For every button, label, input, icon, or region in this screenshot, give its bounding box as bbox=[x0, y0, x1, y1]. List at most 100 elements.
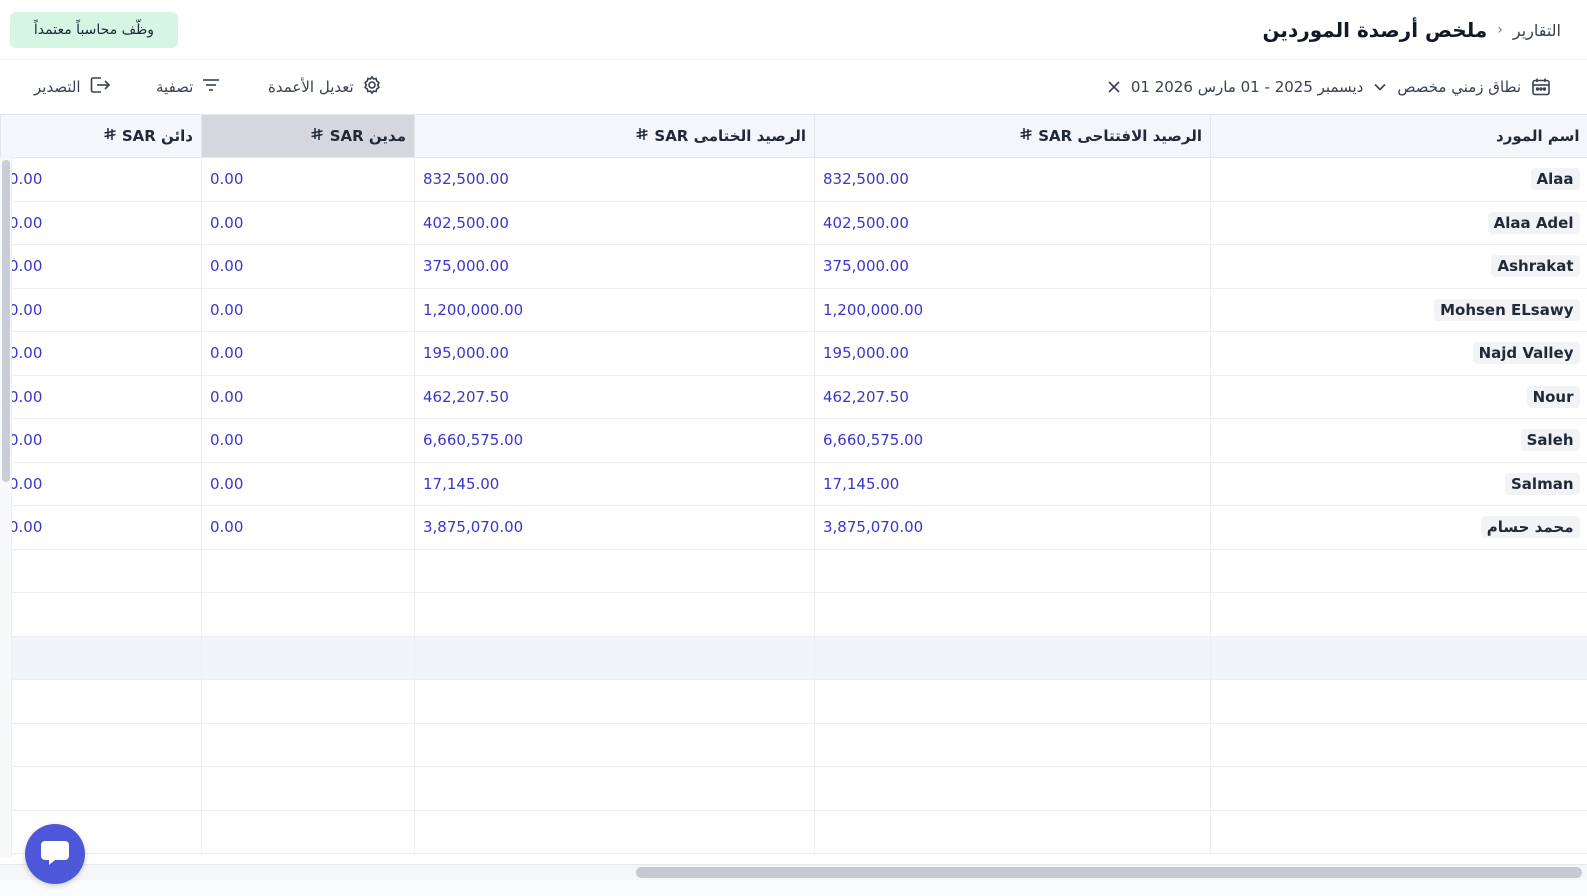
hire-accountant-button[interactable]: وظّف محاسباً معتمداً bbox=[10, 12, 178, 48]
credit-cell[interactable]: 0.00 bbox=[0, 157, 202, 202]
supplier-name-cell[interactable]: Alaa Adel bbox=[1210, 201, 1587, 245]
closing-balance-cell[interactable]: 402,500.00 bbox=[414, 201, 815, 245]
empty-row bbox=[0, 592, 1587, 637]
opening-balance-cell[interactable]: 375,000.00 bbox=[814, 244, 1211, 289]
riyal-icon bbox=[1019, 127, 1033, 145]
edit-columns-button[interactable]: تعديل الأعمدة bbox=[268, 73, 382, 101]
debit-cell[interactable]: 0.00 bbox=[201, 505, 415, 550]
column-header-closing-balance[interactable]: الرصيد الختامى SAR bbox=[414, 114, 815, 158]
closing-balance-cell[interactable]: 3,875,070.00 bbox=[414, 505, 815, 550]
column-header-debit[interactable]: مدين SAR bbox=[201, 114, 415, 158]
page: التقارير › ملخص أرصدة الموردين وظّف محاس… bbox=[0, 0, 1587, 896]
export-label: التصدير bbox=[34, 78, 81, 96]
debit-cell[interactable]: 0.00 bbox=[201, 375, 415, 419]
opening-balance-cell[interactable]: 402,500.00 bbox=[814, 201, 1211, 245]
closing-balance-cell[interactable]: 1,200,000.00 bbox=[414, 288, 815, 332]
column-header-supplier-name[interactable]: اسم المورد bbox=[1210, 114, 1587, 158]
supplier-name-cell[interactable]: Alaa bbox=[1210, 157, 1587, 202]
close-icon[interactable] bbox=[1107, 80, 1121, 94]
closing-balance-cell[interactable]: 6,660,575.00 bbox=[414, 418, 815, 463]
credit-cell[interactable]: 0.00 bbox=[0, 201, 202, 245]
report-toolbar: نطاق زمني مخصص 01 ديسمبر 2025 - 01 مارس … bbox=[0, 61, 1587, 113]
table-footer bbox=[0, 880, 1587, 896]
supplier-name-cell[interactable]: Salman bbox=[1210, 462, 1587, 506]
supplier-name-cell[interactable]: Mohsen ELsawy bbox=[1210, 288, 1587, 332]
column-header-credit[interactable]: دائن SAR bbox=[0, 114, 202, 158]
table-row[interactable]: Salman 17,145.00 17,145.00 0.00 0.00 bbox=[0, 462, 1587, 506]
chevron-down-icon[interactable] bbox=[1373, 80, 1387, 94]
chat-icon bbox=[39, 838, 71, 871]
closing-balance-cell[interactable]: 832,500.00 bbox=[414, 157, 815, 202]
empty-row bbox=[0, 810, 1587, 854]
debit-cell[interactable]: 0.00 bbox=[201, 462, 415, 506]
empty-row bbox=[0, 549, 1587, 593]
debit-cell[interactable]: 0.00 bbox=[201, 157, 415, 202]
export-icon bbox=[89, 75, 111, 99]
closing-balance-cell[interactable]: 462,207.50 bbox=[414, 375, 815, 419]
filter-icon bbox=[201, 75, 221, 99]
credit-cell[interactable]: 0.00 bbox=[0, 418, 202, 463]
supplier-name-cell[interactable]: Najd Valley bbox=[1210, 331, 1587, 376]
gear-icon bbox=[362, 75, 382, 99]
credit-cell[interactable]: 0.00 bbox=[0, 505, 202, 550]
supplier-name-cell[interactable]: Ashrakat bbox=[1210, 244, 1587, 289]
opening-balance-cell[interactable]: 6,660,575.00 bbox=[814, 418, 1211, 463]
credit-cell[interactable]: 0.00 bbox=[0, 244, 202, 289]
export-button[interactable]: التصدير bbox=[34, 73, 111, 101]
empty-row bbox=[0, 766, 1587, 811]
table-header-row: اسم المورد الرصيد الافتتاحى SAR الرصيد ا… bbox=[0, 114, 1587, 158]
table-row[interactable]: Alaa 832,500.00 832,500.00 0.00 0.00 bbox=[0, 157, 1587, 202]
opening-balance-cell[interactable]: 3,875,070.00 bbox=[814, 505, 1211, 550]
debit-cell[interactable]: 0.00 bbox=[201, 288, 415, 332]
opening-balance-cell[interactable]: 17,145.00 bbox=[814, 462, 1211, 506]
closing-balance-cell[interactable]: 195,000.00 bbox=[414, 331, 815, 376]
date-range-picker[interactable]: نطاق زمني مخصص 01 ديسمبر 2025 - 01 مارس … bbox=[1107, 73, 1551, 101]
closing-balance-cell[interactable]: 375,000.00 bbox=[414, 244, 815, 289]
opening-balance-cell[interactable]: 195,000.00 bbox=[814, 331, 1211, 376]
opening-balance-cell[interactable]: 1,200,000.00 bbox=[814, 288, 1211, 332]
date-mode-label[interactable]: نطاق زمني مخصص bbox=[1397, 78, 1521, 96]
date-range-value[interactable]: 01 ديسمبر 2025 - 01 مارس 2026 bbox=[1131, 78, 1363, 96]
empty-row bbox=[0, 679, 1587, 724]
debit-cell[interactable]: 0.00 bbox=[201, 418, 415, 463]
page-title: ملخص أرصدة الموردين bbox=[1262, 18, 1488, 42]
table-row[interactable]: Saleh 6,660,575.00 6,660,575.00 0.00 0.0… bbox=[0, 418, 1587, 463]
debit-cell[interactable]: 0.00 bbox=[201, 201, 415, 245]
table-row[interactable]: Najd Valley 195,000.00 195,000.00 0.00 0… bbox=[0, 331, 1587, 376]
credit-cell[interactable]: 0.00 bbox=[0, 375, 202, 419]
riyal-icon bbox=[103, 127, 117, 145]
table-row[interactable]: Ashrakat 375,000.00 375,000.00 0.00 0.00 bbox=[0, 244, 1587, 289]
column-header-opening-balance[interactable]: الرصيد الافتتاحى SAR bbox=[814, 114, 1211, 158]
page-header: التقارير › ملخص أرصدة الموردين وظّف محاس… bbox=[0, 0, 1587, 60]
supplier-balances-table: اسم المورد الرصيد الافتتاحى SAR الرصيد ا… bbox=[0, 114, 1587, 864]
opening-balance-cell[interactable]: 832,500.00 bbox=[814, 157, 1211, 202]
filter-label: تصفية bbox=[156, 78, 194, 96]
table-row[interactable]: Nour 462,207.50 462,207.50 0.00 0.00 bbox=[0, 375, 1587, 419]
supplier-name-cell[interactable]: محمد حسام bbox=[1210, 505, 1587, 550]
credit-cell[interactable]: 0.00 bbox=[0, 331, 202, 376]
debit-cell[interactable]: 0.00 bbox=[201, 331, 415, 376]
supplier-name-cell[interactable]: Nour bbox=[1210, 375, 1587, 419]
calendar-icon bbox=[1531, 77, 1551, 97]
edit-columns-label: تعديل الأعمدة bbox=[268, 78, 354, 96]
filter-button[interactable]: تصفية bbox=[156, 73, 221, 101]
credit-cell[interactable]: 0.00 bbox=[0, 288, 202, 332]
riyal-icon bbox=[635, 127, 649, 145]
empty-row bbox=[0, 723, 1587, 767]
opening-balance-cell[interactable]: 462,207.50 bbox=[814, 375, 1211, 419]
breadcrumb-reports-link[interactable]: التقارير bbox=[1513, 21, 1561, 40]
horizontal-scrollbar-thumb[interactable] bbox=[636, 867, 1582, 878]
table-row[interactable]: محمد حسام 3,875,070.00 3,875,070.00 0.00… bbox=[0, 505, 1587, 550]
credit-cell[interactable]: 0.00 bbox=[0, 462, 202, 506]
vertical-scrollbar-thumb[interactable] bbox=[2, 160, 10, 482]
empty-row bbox=[0, 636, 1587, 680]
breadcrumb: التقارير › ملخص أرصدة الموردين bbox=[1262, 16, 1561, 44]
chat-support-button[interactable] bbox=[25, 824, 85, 884]
table-row[interactable]: Alaa Adel 402,500.00 402,500.00 0.00 0.0… bbox=[0, 201, 1587, 245]
riyal-icon bbox=[310, 127, 324, 145]
table-row[interactable]: Mohsen ELsawy 1,200,000.00 1,200,000.00 … bbox=[0, 288, 1587, 332]
supplier-name-cell[interactable]: Saleh bbox=[1210, 418, 1587, 463]
breadcrumb-separator: › bbox=[1497, 22, 1503, 38]
debit-cell[interactable]: 0.00 bbox=[201, 244, 415, 289]
closing-balance-cell[interactable]: 17,145.00 bbox=[414, 462, 815, 506]
